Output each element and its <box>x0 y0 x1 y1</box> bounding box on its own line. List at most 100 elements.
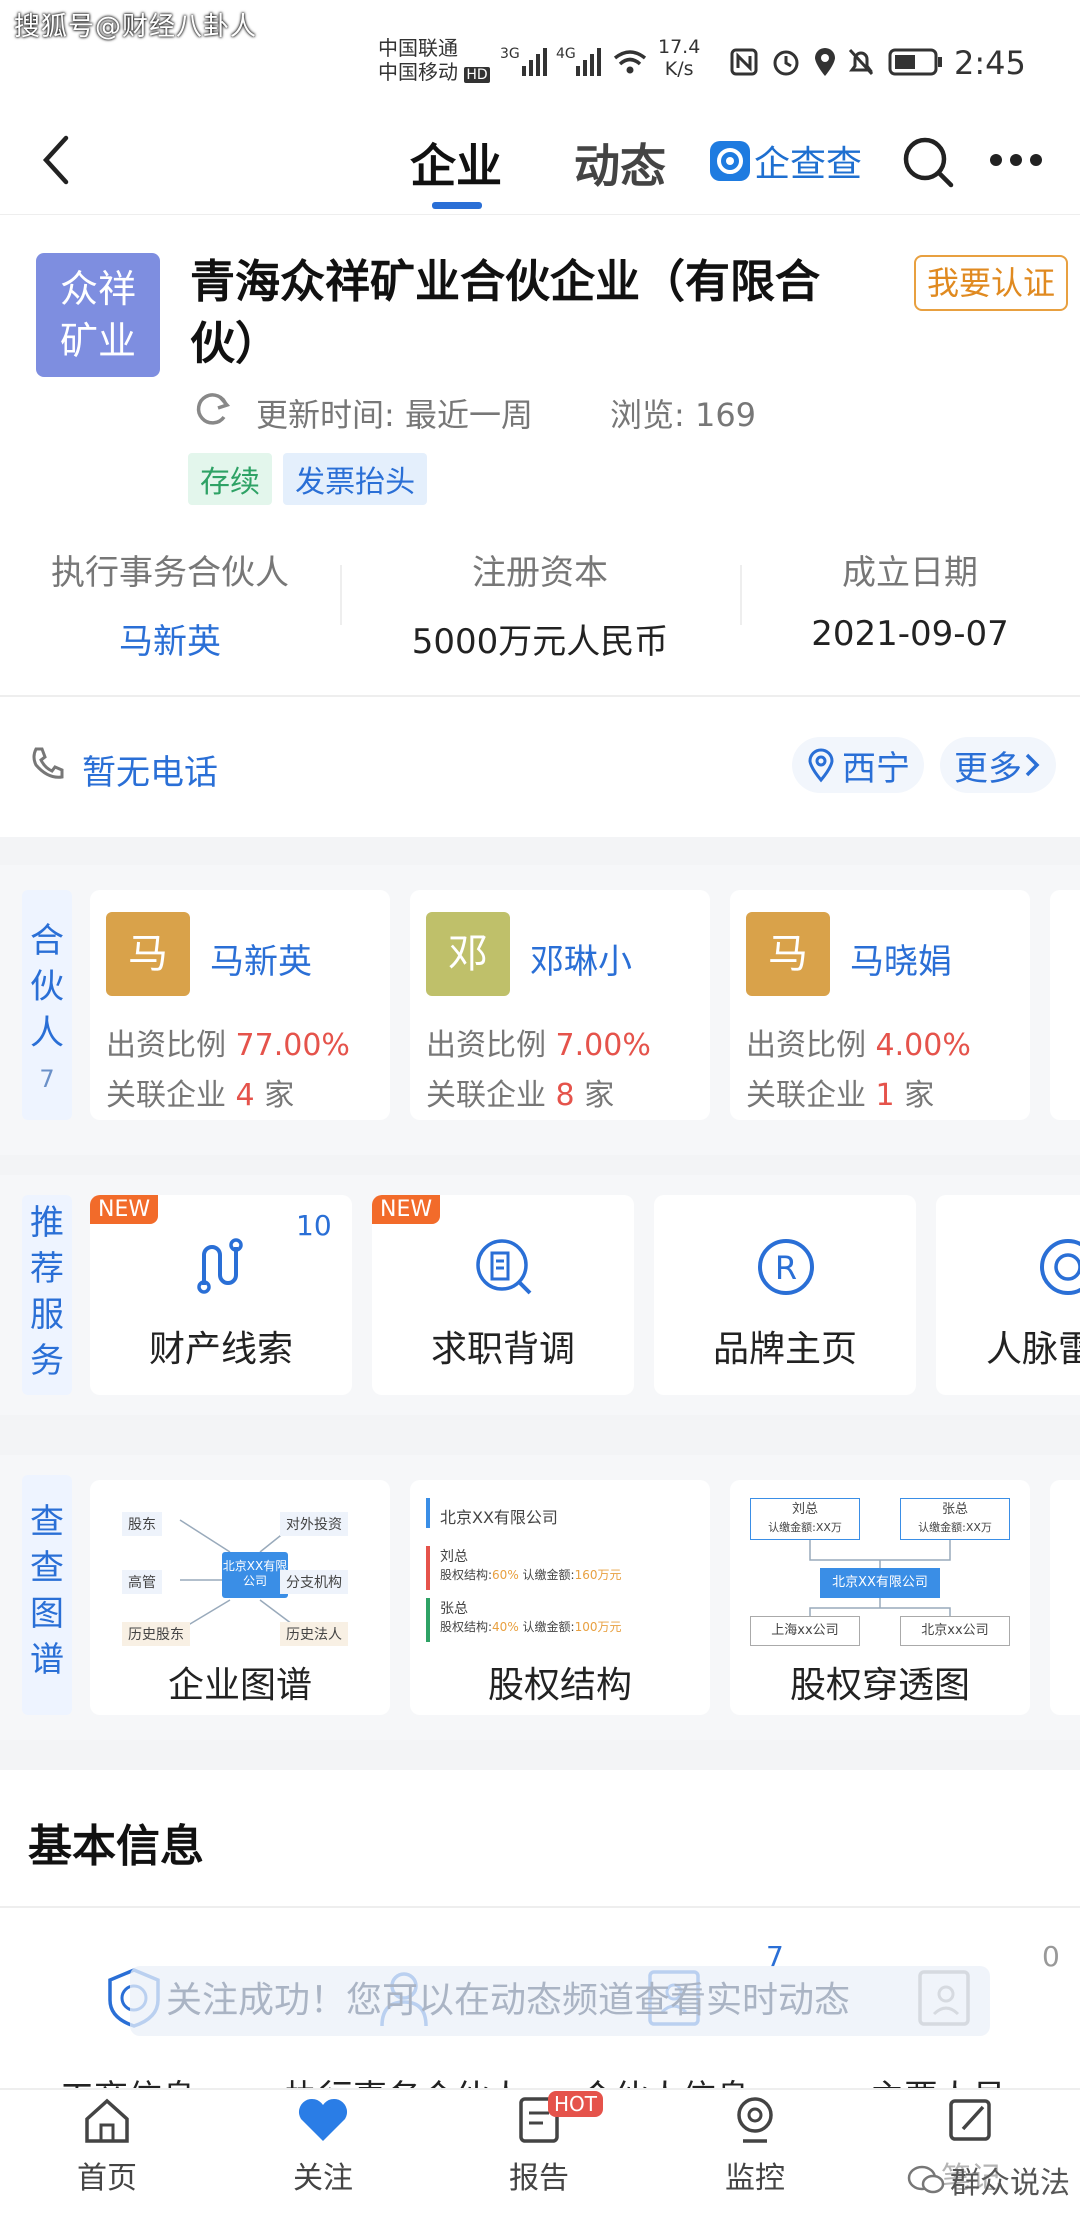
avatar: 邓 <box>426 912 510 996</box>
equity-structure-thumbnail: 北京XX有限公司 刘总 股权结构:60% 认缴金额:160万元 张总 股权结构:… <box>420 1490 700 1650</box>
partner-name[interactable]: 马晓娟 <box>850 934 952 983</box>
basic-info-section: 基本信息 7 0 工商信息 执行事务合伙人 合伙人信息 主要人员 关注成功！您可… <box>0 1770 1080 2118</box>
bottom-tab-monitor[interactable]: 监控 <box>680 2095 830 2197</box>
verify-button[interactable]: 我要认证 <box>914 255 1068 311</box>
contact-row: 暂无电话 西宁 更多 <box>0 697 1080 837</box>
service-brand-page[interactable]: R 品牌主页 <box>654 1195 916 1395</box>
channel-watermark: 群众说法 <box>906 2160 1070 2201</box>
company-logo: 众祥 矿业 <box>36 253 160 377</box>
bottom-tab-home[interactable]: 首页 <box>32 2095 182 2197</box>
background-check-icon <box>476 1239 532 1295</box>
stat-founded: 成立日期 2021-09-07 <box>811 553 1009 654</box>
partners-side-label[interactable]: 合 伙 人 7 <box>22 890 72 1120</box>
partner-name[interactable]: 马新英 <box>210 934 312 983</box>
city-chip[interactable]: 西宁 <box>792 737 924 793</box>
network-radar-icon <box>1040 1239 1080 1295</box>
qichacha-brand: 企查查 <box>710 138 863 185</box>
carrier-1: 中国联通 <box>378 36 458 60</box>
chevron-right-icon <box>1025 753 1040 777</box>
search-icon[interactable] <box>900 134 956 190</box>
back-arrow-icon[interactable] <box>38 132 74 188</box>
home-icon <box>85 2098 129 2143</box>
graph-label: 企业图谱 <box>167 1665 312 1706</box>
stats-row: 执行事务合伙人 马新英 注册资本 5000万元人民币 成立日期 2021-09-… <box>0 545 1080 665</box>
service-label: 求职背调 <box>430 1329 575 1370</box>
more-chip[interactable]: 更多 <box>940 737 1056 793</box>
graph-equity-structure[interactable]: 北京XX有限公司 刘总 股权结构:60% 认缴金额:160万元 张总 股权结构:… <box>410 1480 710 1715</box>
stat-capital: 注册资本 5000万元人民币 <box>411 553 669 662</box>
note-icon <box>949 2099 991 2141</box>
service-count: 10 <box>296 1209 332 1242</box>
update-time: 更新时间: 最近一周 <box>256 396 533 434</box>
company-header: 众祥 矿业 青海众祥矿业合伙企业（有限合 伙） 我要认证 更新时间: 最近一周 … <box>0 215 1080 695</box>
qichacha-logo-icon <box>710 141 750 181</box>
carrier-2: 中国移动 <box>378 60 458 84</box>
brand-text: 企查查 <box>754 144 863 185</box>
asset-clue-icon <box>197 1238 243 1294</box>
clock: 2:45 <box>954 44 1026 82</box>
stat-partner[interactable]: 执行事务合伙人 马新英 <box>0 545 340 663</box>
monitor-icon <box>737 2097 773 2143</box>
tab-dynamic[interactable]: 动态 <box>574 130 666 196</box>
carrier-info: 中国联通 中国移动 HD <box>378 36 490 87</box>
signal-3g-label: 3G <box>500 46 520 62</box>
service-asset-clue[interactable]: NEW 10 财产线索 <box>90 1195 352 1395</box>
graphs-side-label: 查 查 图 谱 <box>22 1475 72 1715</box>
signal-bars-icon <box>576 48 601 76</box>
hot-badge: HOT <box>548 2091 603 2117</box>
status-badge: 存续 <box>188 453 272 505</box>
partner-card-partial <box>1050 890 1080 1120</box>
graph-equity-penetration[interactable]: 刘总 认缴金额:XX万 张总 认缴金额:XX万 北京XX有限公司 上海xx公司 北京… <box>730 1480 1030 1715</box>
avatar: 马 <box>106 912 190 996</box>
invoice-badge[interactable]: 发票抬头 <box>283 453 428 505</box>
graph-label: 股权穿透图 <box>789 1665 970 1706</box>
tab-company[interactable]: 企业 <box>410 130 502 196</box>
enterprise-map-thumbnail: 北京XX有限公司 股东 对外投资 高管 分支机构 历史股东 历史法人 <box>100 1490 380 1650</box>
brand-registered-icon: R <box>758 1239 814 1295</box>
follow-success-toast: 关注成功！您可以在动态频道查看实时动态 <box>130 1966 990 2036</box>
signal-4g-label: 4G <box>556 46 576 62</box>
signal-bars-icon <box>522 48 547 76</box>
phone-text[interactable]: 暂无电话 <box>82 745 218 794</box>
more-dots-icon[interactable] <box>986 150 1046 170</box>
status-bar: 搜狐号@财经八卦人 中国联通 中国移动 HD 3G 4G 17.4 K/s 2:… <box>0 0 1080 110</box>
bottom-tab-follow[interactable]: 关注 <box>248 2095 398 2197</box>
graph-label: 股权结构 <box>487 1665 632 1706</box>
wifi-icon <box>613 50 647 74</box>
svg-text:R: R <box>775 1249 797 1287</box>
graph-enterprise-map[interactable]: 北京XX有限公司 股东 对外投资 高管 分支机构 历史股东 历史法人 企业图谱 <box>90 1480 390 1715</box>
heart-icon <box>298 2098 348 2141</box>
service-label: 人脉雷 <box>986 1329 1080 1370</box>
section-title: 基本信息 <box>28 1821 204 1872</box>
partner-name[interactable]: 邓琳小 <box>530 934 632 983</box>
new-badge: NEW <box>372 1195 441 1224</box>
graph-card-partial <box>1050 1480 1080 1715</box>
new-badge: NEW <box>90 1195 159 1224</box>
alarm-icon <box>773 50 799 76</box>
service-label: 品牌主页 <box>712 1329 857 1370</box>
location-icon <box>815 48 835 76</box>
view-count: 浏览: 169 <box>610 396 757 434</box>
hd-badge: HD <box>464 67 490 83</box>
mute-bell-icon <box>848 48 874 76</box>
top-nav: 企业 动态 企查查 <box>0 110 1080 215</box>
partner-card[interactable]: 马 马新英 出资比例 77.00% 关联企业 4 家 <box>90 890 390 1120</box>
equity-penetration-thumbnail: 刘总 认缴金额:XX万 张总 认缴金额:XX万 北京XX有限公司 上海xx公司 北京… <box>740 1490 1020 1650</box>
network-speed: 17.4 K/s <box>658 36 701 80</box>
company-name: 青海众祥矿业合伙企业（有限合 伙） <box>190 255 821 370</box>
bottom-tab-report[interactable]: 报告 HOT <box>464 2091 614 2197</box>
location-pin-icon <box>808 748 834 783</box>
nfc-icon <box>730 48 758 76</box>
partner-card[interactable]: 邓 邓琳小 出资比例 7.00% 关联企业 8 家 <box>410 890 710 1120</box>
services-side-label: 推 荐 服 务 <box>22 1195 72 1395</box>
partner-card[interactable]: 马 马晓娟 出资比例 4.00% 关联企业 1 家 <box>730 890 1030 1120</box>
phone-icon <box>32 747 64 779</box>
service-network-radar[interactable]: 人脉雷 <box>936 1195 1080 1395</box>
key-people-count: 0 <box>1042 1940 1060 1973</box>
watermark-text: 搜狐号@财经八卦人 <box>14 12 258 42</box>
avatar: 马 <box>746 912 830 996</box>
service-background-check[interactable]: NEW 求职背调 <box>372 1195 634 1395</box>
service-label: 财产线索 <box>148 1329 293 1370</box>
refresh-icon <box>196 393 231 425</box>
wechat-icon <box>907 2165 945 2194</box>
